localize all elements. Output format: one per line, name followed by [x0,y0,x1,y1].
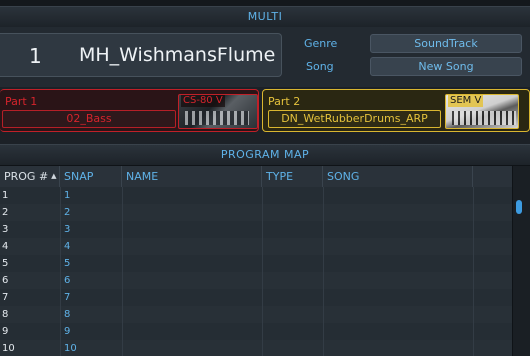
program-map-header: PROGRAM MAP [0,144,530,166]
prog-number: 1 [2,190,9,201]
part-2-instrument: SEM V [448,95,484,107]
snap-number: 5 [64,258,71,269]
sort-arrow-icon: ▲ [51,172,57,180]
genre-selector[interactable]: SoundTrack [370,34,522,53]
prog-number: 3 [2,224,9,235]
col-prog-header[interactable]: PROG # ▲ [0,166,60,187]
snap-number: 9 [64,326,71,337]
table-row[interactable]: 88 [0,306,512,324]
part-1-instrument-thumbnail[interactable]: CS-80 V [178,94,258,129]
table-row[interactable]: 10 10 [0,340,512,356]
prog-number: 4 [2,241,9,252]
synth-panel-image [185,111,249,125]
column-divider [473,187,474,356]
song-selector[interactable]: New Song [370,57,522,76]
col-song-header[interactable]: SONG [323,166,473,187]
prog-number: 9 [2,326,9,337]
part-1-panel[interactable]: Part 1 02_Bass CS-80 V [0,89,259,132]
col-name-header[interactable]: NAME [122,166,262,187]
multi-number: 1 [29,44,42,68]
snap-number: 7 [64,292,71,303]
table-row[interactable]: 77 [0,289,512,307]
table-header: PROG # ▲ SNAP NAME TYPE SONG [0,166,512,188]
prog-number: 8 [2,309,9,320]
part-2-label: Part 2 [268,95,301,108]
col-type-header[interactable]: TYPE [262,166,323,187]
part-1-preset[interactable]: 02_Bass [2,110,176,128]
part-1-label: Part 1 [5,95,38,108]
prog-number: 2 [2,207,9,218]
column-divider [262,187,263,356]
part-2-instrument-thumbnail[interactable]: SEM V [445,94,519,129]
snap-number: 10 [64,343,77,354]
snap-number: 6 [64,275,71,286]
table-row[interactable]: 22 [0,204,512,222]
table-row[interactable]: 99 [0,323,512,341]
prog-number: 6 [2,275,9,286]
multi-name: MH_WishmansFlume [79,44,276,66]
snap-number: 1 [64,190,71,201]
program-map-table: PROG # ▲ SNAP NAME TYPE SONG 112233445566… [0,166,512,356]
multi-display[interactable]: 1 MH_WishmansFlume [0,33,282,77]
part-1-instrument: CS-80 V [181,95,225,107]
column-divider [122,187,123,356]
part-2-preset[interactable]: DN_WetRubberDrums_ARP [268,110,441,128]
genre-label: Genre [304,37,338,50]
table-body: 1 1 2 2 3 3 4 4 5 5 6 6 7 7 8 8 9 9 10 10 [0,187,512,356]
table-row[interactable]: 44 [0,238,512,256]
table-row[interactable]: 33 [0,221,512,239]
snap-number: 2 [64,207,71,218]
table-row[interactable]: 66 [0,272,512,290]
scrollbar-thumb[interactable] [516,200,522,214]
prog-number: 5 [2,258,9,269]
col-prog-label: PROG # [4,170,49,183]
snap-number: 4 [64,241,71,252]
col-snap-header[interactable]: SNAP [60,166,122,187]
prog-number: 7 [2,292,9,303]
table-row[interactable]: 11 [0,187,512,205]
snap-number: 3 [64,224,71,235]
prog-number: 10 [2,343,15,354]
scrollbar-track[interactable] [512,166,530,356]
song-label: Song [306,60,334,73]
multi-header: MULTI [0,6,530,28]
column-divider [60,187,61,356]
column-divider [323,187,324,356]
synth-panel-image [452,111,516,125]
part-2-panel[interactable]: Part 2 DN_WetRubberDrums_ARP SEM V [262,89,530,132]
snap-number: 8 [64,309,71,320]
table-row[interactable]: 55 [0,255,512,273]
